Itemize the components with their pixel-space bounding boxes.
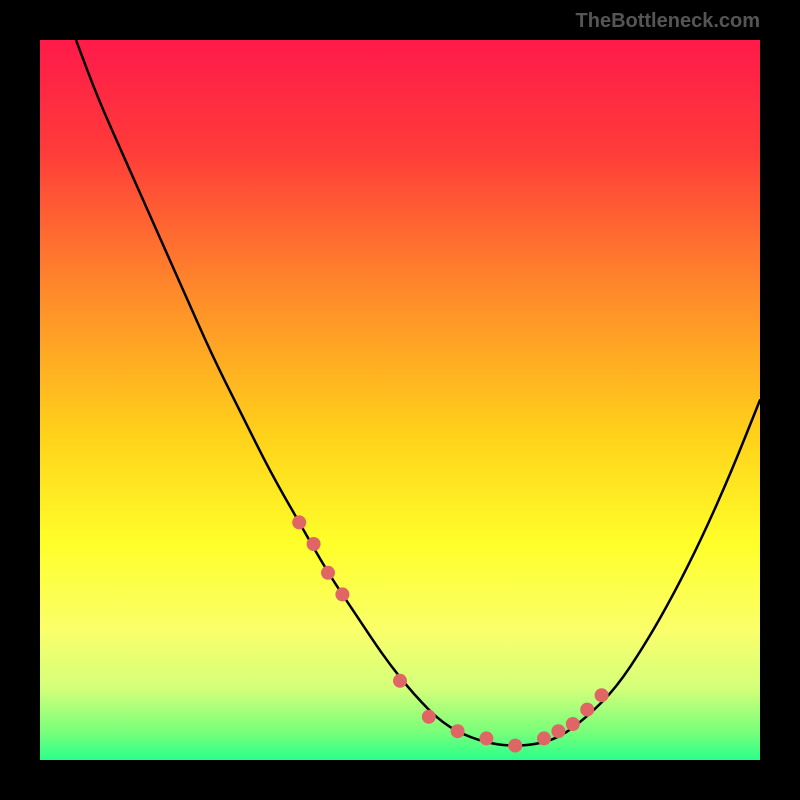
marker-point [551,724,565,738]
marker-point [292,515,306,529]
marker-point [335,587,349,601]
chart-container: TheBottleneck.com [0,0,800,800]
plot-area [40,40,760,760]
marker-point [537,731,551,745]
marker-point [422,710,436,724]
marker-point [321,566,335,580]
gradient-background [40,40,760,760]
chart-svg [40,40,760,760]
marker-point [393,674,407,688]
marker-point [595,688,609,702]
marker-point [580,703,594,717]
marker-point [479,731,493,745]
marker-point [307,537,321,551]
marker-point [508,739,522,753]
watermark-text: TheBottleneck.com [576,10,760,33]
marker-point [451,724,465,738]
marker-point [566,717,580,731]
